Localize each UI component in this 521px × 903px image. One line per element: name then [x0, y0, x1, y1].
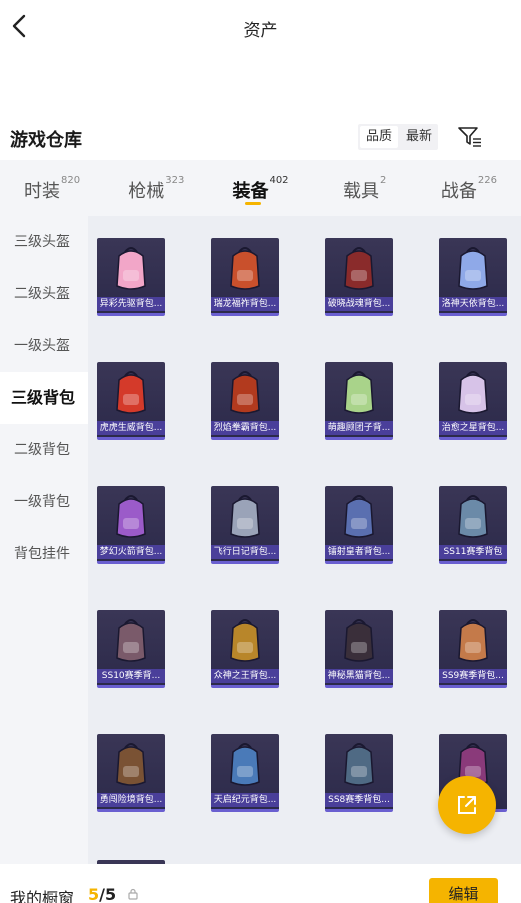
- backpack-icon: [116, 619, 146, 662]
- tab-guns[interactable]: 枪械323: [104, 160, 208, 216]
- backpack-icon: [230, 495, 260, 538]
- item-card[interactable]: 众神之王背包...: [211, 610, 279, 688]
- item-name: 飞行日记背包...: [211, 545, 279, 559]
- item-name: SS8赛季背包...: [325, 793, 393, 807]
- sort-option-quality[interactable]: 品质: [360, 126, 398, 148]
- item-name: SS9赛季背包...: [439, 669, 507, 683]
- wardrobe-label: 我的橱窗: [10, 889, 75, 903]
- item-card[interactable]: 瑞龙福祚背包...: [211, 238, 279, 316]
- item-name: 治愈之星背包...: [439, 421, 507, 435]
- item-name: 烈焰拳霸背包...: [211, 421, 279, 435]
- item-card[interactable]: 虎虎生威背包...: [97, 362, 165, 440]
- sidebar-item-lv2-helmet[interactable]: 二级头盔: [0, 268, 88, 320]
- item-name: 众神之王背包...: [211, 669, 279, 683]
- subcategory-sidebar: 三级头盔 二级头盔 一级头盔 三级背包 二级背包 一级背包 背包挂件: [0, 216, 88, 864]
- item-name: SS10赛季背...: [97, 669, 165, 683]
- active-tab-indicator: [244, 202, 261, 205]
- backpack-icon: [230, 247, 260, 290]
- filter-icon[interactable]: [457, 124, 483, 150]
- repo-title: 游戏仓库: [10, 130, 82, 151]
- repo-header: 游戏仓库 品质 最新: [0, 112, 521, 160]
- item-grid: 异彩先驱背包... 瑞龙福祚背包... 破晓战魂背包... 洛神天依背包... 虎虎生威…: [88, 216, 521, 864]
- backpack-icon: [116, 371, 146, 414]
- item-name: 神秘黑猫背包...: [325, 669, 393, 683]
- sidebar-item-lv3-helmet[interactable]: 三级头盔: [0, 216, 88, 268]
- item-name: 异彩先驱背包...: [97, 297, 165, 311]
- wardrobe-count: 5/5: [88, 885, 117, 903]
- item-name: 勇闯险境背包...: [97, 793, 165, 807]
- backpack-icon: [458, 619, 488, 662]
- tab-fashion[interactable]: 时装820: [0, 160, 104, 216]
- item-name: 萌趣顾团子背...: [325, 421, 393, 435]
- item-card[interactable]: SS9赛季背包...: [439, 610, 507, 688]
- sidebar-item-lv2-backpack[interactable]: 二级背包: [0, 424, 88, 476]
- tab-vehicles[interactable]: 载具2: [313, 160, 417, 216]
- sort-toggle: 品质 最新: [358, 124, 438, 150]
- item-card[interactable]: SS10赛季背...: [97, 610, 165, 688]
- backpack-icon: [344, 247, 374, 290]
- backpack-icon: [458, 371, 488, 414]
- bottom-bar: 我的橱窗 5/5 编辑: [0, 864, 521, 903]
- backpack-icon: [458, 247, 488, 290]
- lock-icon: [128, 888, 138, 900]
- item-card[interactable]: SS8赛季背包...: [325, 734, 393, 812]
- item-name: 洛神天依背包...: [439, 297, 507, 311]
- item-card[interactable]: 镭射皇者背包...: [325, 486, 393, 564]
- sort-option-latest[interactable]: 最新: [400, 124, 438, 150]
- backpack-icon: [344, 371, 374, 414]
- item-name: 梦幻火箭背包...: [97, 545, 165, 559]
- item-card[interactable]: 烈焰拳霸背包...: [211, 362, 279, 440]
- backpack-icon: [344, 619, 374, 662]
- item-card[interactable]: 梦幻火箭背包...: [97, 486, 165, 564]
- item-name: 虎虎生威背包...: [97, 421, 165, 435]
- item-card[interactable]: 破晓战魂背包...: [325, 238, 393, 316]
- page-title: 资产: [243, 21, 278, 41]
- item-name: 瑞龙福祚背包...: [211, 297, 279, 311]
- backpack-icon: [344, 743, 374, 786]
- sidebar-item-lv1-helmet[interactable]: 一级头盔: [0, 320, 88, 372]
- backpack-icon: [116, 495, 146, 538]
- item-card[interactable]: 飞行日记背包...: [211, 486, 279, 564]
- item-card[interactable]: SS11赛季背包: [439, 486, 507, 564]
- item-card[interactable]: 异彩先驱背包...: [97, 238, 165, 316]
- item-card[interactable]: 天启纪元背包...: [211, 734, 279, 812]
- item-name: 镭射皇者背包...: [325, 545, 393, 559]
- sidebar-item-lv3-backpack[interactable]: 三级背包: [0, 372, 88, 424]
- top-bar: 资产: [0, 0, 521, 56]
- share-out-icon: [458, 796, 476, 814]
- share-button[interactable]: [438, 776, 496, 834]
- backpack-icon: [458, 495, 488, 538]
- item-card[interactable]: 洛神天依背包...: [439, 238, 507, 316]
- backpack-icon: [116, 743, 146, 786]
- item-card[interactable]: 勇闯险境背包...: [97, 734, 165, 812]
- item-card[interactable]: 萌趣顾团子背...: [325, 362, 393, 440]
- item-card[interactable]: 神秘黑猫背包...: [325, 610, 393, 688]
- tab-equipment[interactable]: 装备402: [208, 160, 312, 216]
- backpack-icon: [344, 495, 374, 538]
- category-tabs: 时装820 枪械323 装备402 载具2 战备226: [0, 160, 521, 216]
- edit-button[interactable]: 编辑: [429, 878, 498, 903]
- backpack-icon: [116, 247, 146, 290]
- item-card[interactable]: 治愈之星背包...: [439, 362, 507, 440]
- sidebar-item-lv1-backpack[interactable]: 一级背包: [0, 476, 88, 528]
- item-name: 天启纪元背包...: [211, 793, 279, 807]
- item-name: 破晓战魂背包...: [325, 297, 393, 311]
- item-name: SS11赛季背包: [439, 545, 507, 559]
- backpack-icon: [230, 371, 260, 414]
- tab-supplies[interactable]: 战备226: [417, 160, 521, 216]
- sidebar-item-backpack-pendant[interactable]: 背包挂件: [0, 528, 88, 580]
- backpack-icon: [230, 743, 260, 786]
- backpack-icon: [230, 619, 260, 662]
